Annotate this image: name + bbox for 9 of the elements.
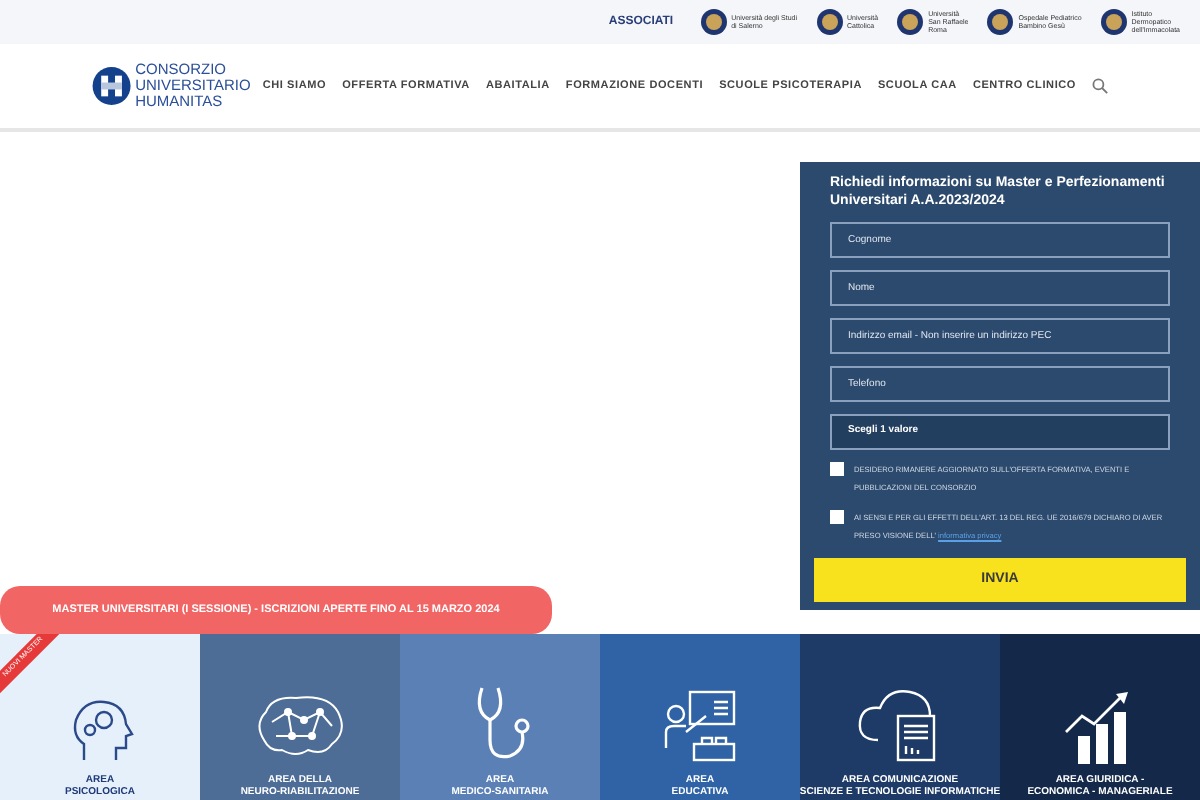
teacher-board-icon xyxy=(662,688,738,764)
consent-checkbox[interactable] xyxy=(830,510,844,524)
consent-checkbox[interactable] xyxy=(830,462,844,476)
university-seal-icon xyxy=(815,8,843,36)
search-icon[interactable] xyxy=(1092,78,1108,94)
university-seal-icon xyxy=(699,8,728,36)
university-seal-icon xyxy=(896,8,925,36)
university-seal-icon xyxy=(1099,8,1128,36)
university-seal-icon xyxy=(986,8,1015,36)
